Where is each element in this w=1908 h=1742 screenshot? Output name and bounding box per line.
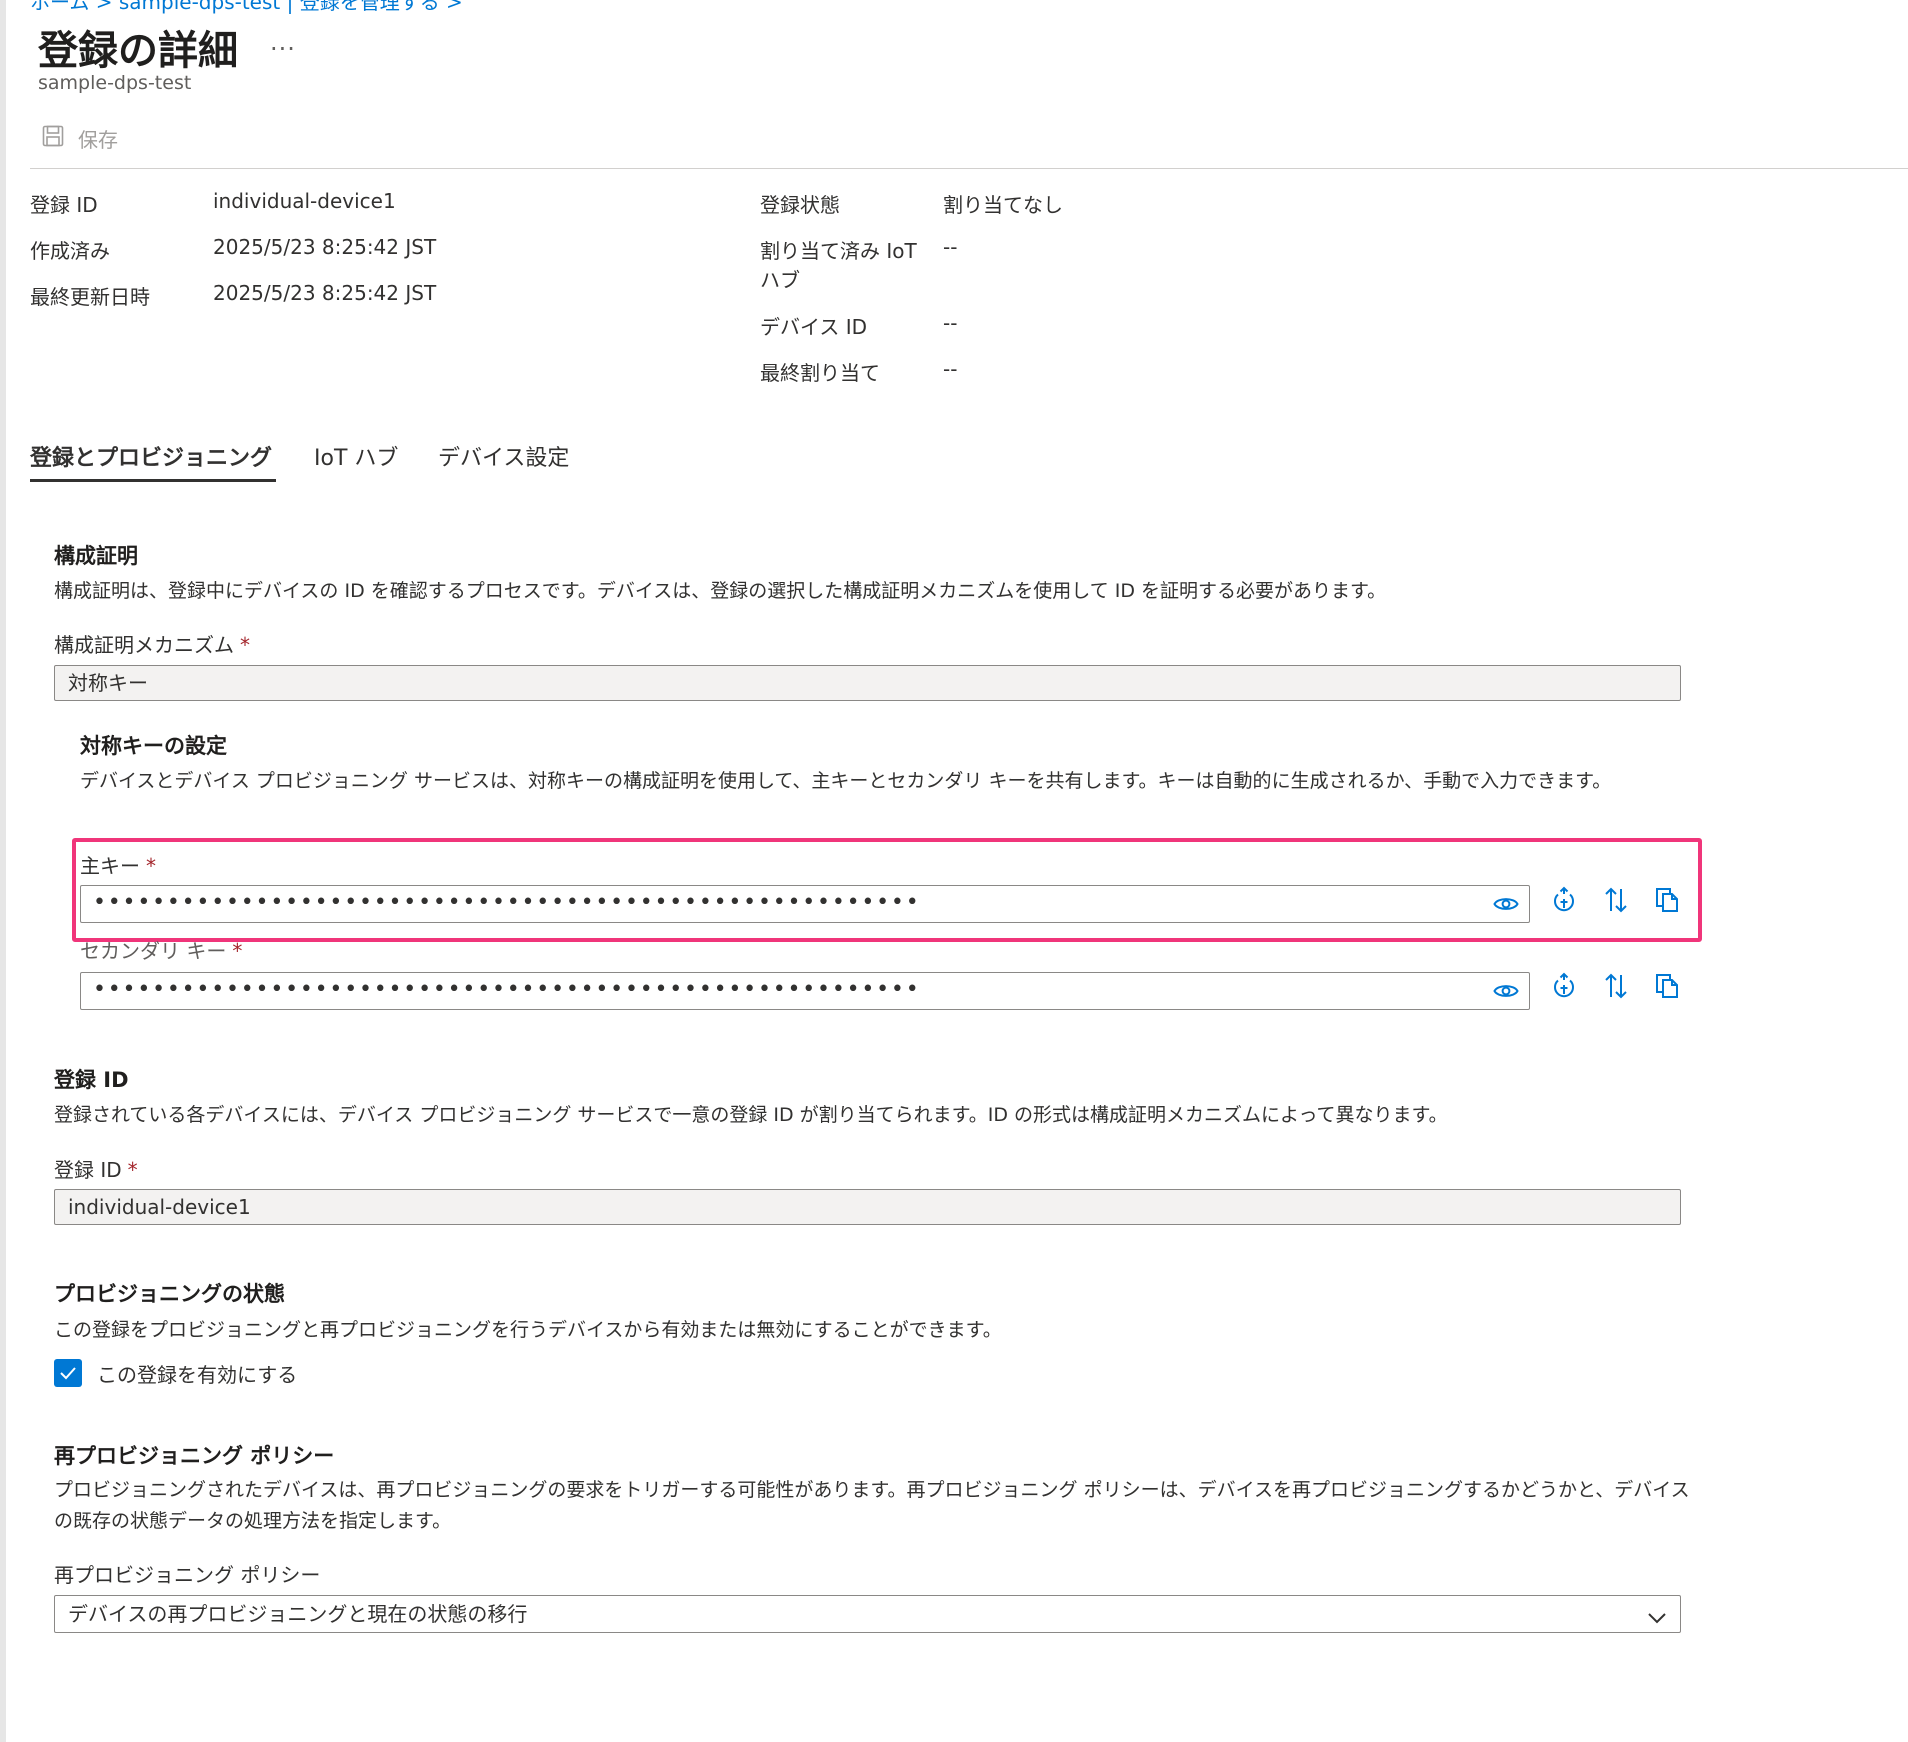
eye-icon[interactable]	[1493, 982, 1519, 1004]
secondary-key-label: セカンダリ キー *	[80, 935, 242, 964]
essentials-value-created: 2025/5/23 8:25:42 JST	[213, 235, 437, 259]
registration-id-label-text: 登録 ID	[54, 1158, 122, 1182]
essentials-value-registration-state: 割り当てなし	[943, 193, 1063, 217]
essentials-label-created: 作成済み	[30, 239, 110, 263]
page-title: 登録の詳細	[38, 28, 238, 74]
essentials-value-device-id: --	[943, 311, 958, 335]
primary-key-label: 主キー *	[80, 850, 156, 879]
secondary-key-input[interactable]: ••••••••••••••••••••••••••••••••••••••••…	[80, 972, 1530, 1010]
regenerate-icon[interactable]	[1549, 971, 1579, 1001]
active-tab-indicator	[30, 479, 276, 482]
enable-registration-checkbox[interactable]	[54, 1359, 82, 1387]
essentials-value-assigned-hub: --	[943, 235, 958, 259]
page-subtitle: sample-dps-test	[38, 72, 192, 94]
primary-key-input[interactable]: ••••••••••••••••••••••••••••••••••••••••…	[80, 885, 1530, 923]
essentials-label-assigned-hub-line2: ハブ	[760, 268, 800, 292]
window-edge	[0, 0, 6, 1742]
essentials-value-last-assigned: --	[943, 357, 958, 381]
toolbar-divider	[30, 168, 1908, 169]
tab-device-settings[interactable]: デバイス設定	[438, 440, 569, 472]
tab-iot-hubs[interactable]: IoT ハブ	[314, 440, 398, 472]
essentials-label-last-assigned: 最終割り当て	[760, 361, 880, 385]
copy-icon[interactable]	[1652, 971, 1682, 1001]
chevron-down-icon	[1646, 1604, 1668, 1640]
provisioning-status-description: この登録をプロビジョニングと再プロビジョニングを行うデバイスから有効または無効に…	[54, 1319, 1002, 1341]
secondary-key-label-text: セカンダリ キー	[80, 939, 227, 963]
save-label: 保存	[78, 128, 118, 152]
reprovision-policy-label: 再プロビジョニング ポリシー	[54, 1563, 321, 1587]
reprovision-policy-dropdown[interactable]: デバイスの再プロビジョニングと現在の状態の移行	[54, 1595, 1681, 1633]
save-button[interactable]: 保存	[42, 124, 118, 153]
registration-id-description: 登録されている各デバイスには、デバイス プロビジョニング サービスで一意の登録 …	[54, 1104, 1448, 1126]
regenerate-icon[interactable]	[1549, 885, 1579, 915]
provisioning-status-heading: プロビジョニングの状態	[54, 1282, 285, 1306]
registration-id-field: individual-device1	[54, 1189, 1681, 1225]
copy-icon[interactable]	[1652, 885, 1682, 915]
reprovision-heading: 再プロビジョニング ポリシー	[54, 1444, 335, 1468]
more-button[interactable]: ...	[270, 28, 296, 56]
enable-registration-label[interactable]: この登録を有効にする	[97, 1359, 297, 1388]
registration-id-label: 登録 ID *	[54, 1154, 138, 1183]
secondary-key-value: ••••••••••••••••••••••••••••••••••••••••…	[93, 977, 923, 1002]
attestation-mechanism-field: 対称キー	[54, 665, 1681, 701]
attestation-mechanism-label-text: 構成証明メカニズム	[54, 633, 234, 657]
essentials-label-registration-state: 登録状態	[760, 193, 840, 217]
essentials-value-last-updated: 2025/5/23 8:25:42 JST	[213, 281, 437, 305]
required-mark: *	[146, 854, 156, 878]
attestation-description: 構成証明は、登録中にデバイスの ID を確認するプロセスです。デバイスは、登録の…	[54, 580, 1387, 602]
eye-icon[interactable]	[1493, 895, 1519, 917]
essentials-label-assigned-hub-line1: 割り当て済み IoT	[760, 239, 917, 263]
save-icon	[42, 125, 78, 152]
required-mark: *	[232, 939, 243, 963]
registration-id-heading: 登録 ID	[54, 1068, 129, 1092]
required-mark: *	[240, 633, 250, 657]
essentials-label-last-updated: 最終更新日時	[30, 285, 150, 309]
reprovision-description: プロビジョニングされたデバイスは、再プロビジョニングの要求をトリガーする可能性が…	[54, 1479, 1690, 1532]
breadcrumb[interactable]: ホーム > sample-dps-test | 登録を管理する >	[30, 0, 463, 15]
primary-key-value: ••••••••••••••••••••••••••••••••••••••••…	[93, 890, 923, 915]
required-mark: *	[127, 1158, 138, 1182]
essentials-label-registration-id: 登録 ID	[30, 193, 98, 217]
attestation-heading: 構成証明	[54, 544, 138, 568]
checkmark-icon	[60, 1367, 76, 1380]
essentials-value-registration-id: individual-device1	[213, 189, 396, 213]
essentials-label-device-id: デバイス ID	[760, 315, 868, 339]
tab-registration-provisioning[interactable]: 登録とプロビジョニング	[30, 440, 272, 472]
swap-icon[interactable]	[1601, 885, 1631, 915]
swap-icon[interactable]	[1601, 971, 1631, 1001]
attestation-mechanism-label: 構成証明メカニズム *	[54, 629, 250, 658]
symmetric-key-description: デバイスとデバイス プロビジョニング サービスは、対称キーの構成証明を使用して、…	[80, 770, 1612, 792]
primary-key-label-text: 主キー	[80, 854, 140, 878]
reprovision-policy-selected: デバイスの再プロビジョニングと現在の状態の移行	[68, 1602, 528, 1626]
symmetric-key-heading: 対称キーの設定	[80, 734, 227, 758]
